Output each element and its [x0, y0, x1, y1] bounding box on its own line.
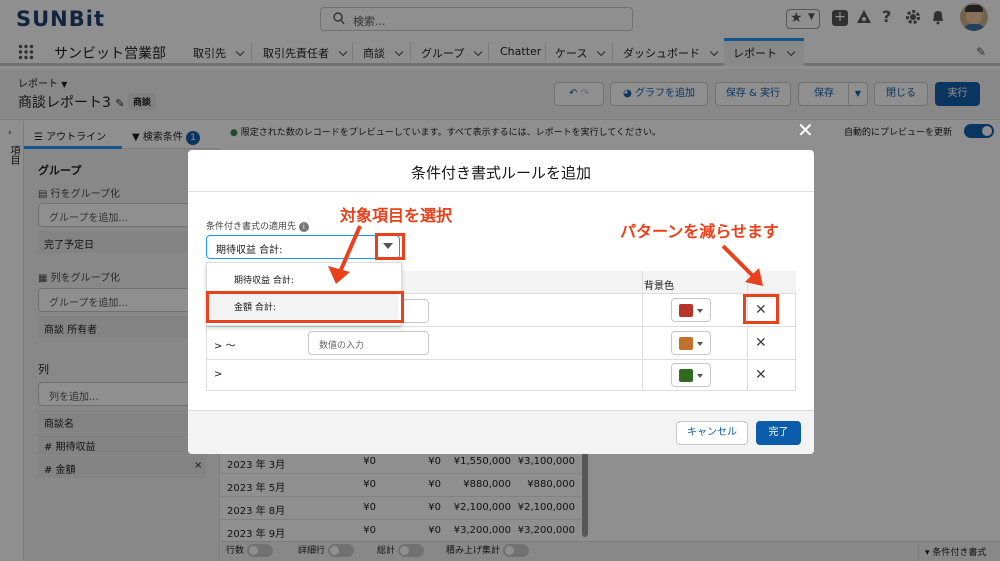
apply-to-value: 期待収益 合計: [216, 245, 283, 256]
annotation-arrow [721, 244, 763, 286]
annotation-arrow [328, 225, 362, 284]
chevron-down-icon [697, 309, 703, 313]
remove-rule-icon[interactable]: ✕ [755, 335, 767, 351]
rule-value-input[interactable]: 数値の入力 [308, 331, 429, 355]
color-swatch [679, 369, 693, 382]
rule-operator: > 〜 [214, 341, 236, 352]
dropdown-option[interactable]: 期待収益 合計: [234, 273, 294, 286]
row-divider [206, 359, 796, 360]
row-divider [206, 326, 796, 327]
annotation-reduce-patterns: パターンを減らせます [620, 222, 779, 241]
apply-to-label: 条件付き書式の適用先 i [206, 219, 309, 232]
remove-rule-icon[interactable]: ✕ [755, 367, 767, 383]
chevron-down-icon [697, 374, 703, 378]
info-icon: i [298, 222, 309, 232]
bg-color-header: 背景色 [644, 281, 674, 292]
chevron-down-icon [697, 342, 703, 346]
column-divider [642, 271, 643, 391]
color-swatch [679, 304, 693, 317]
apply-to-text: 条件付き書式の適用先 [206, 222, 297, 232]
cancel-button[interactable]: キャンセル [676, 421, 748, 445]
rule-operator: > [214, 369, 223, 380]
color-swatch [679, 337, 693, 350]
modal-title: 条件付き書式ルールを追加 [410, 164, 591, 182]
done-button[interactable]: 完了 [756, 421, 801, 445]
color-picker[interactable] [671, 298, 711, 322]
color-picker[interactable] [671, 363, 711, 387]
close-icon[interactable]: ✕ [797, 120, 814, 140]
highlight-box-option [206, 291, 404, 323]
color-picker[interactable] [671, 331, 711, 355]
